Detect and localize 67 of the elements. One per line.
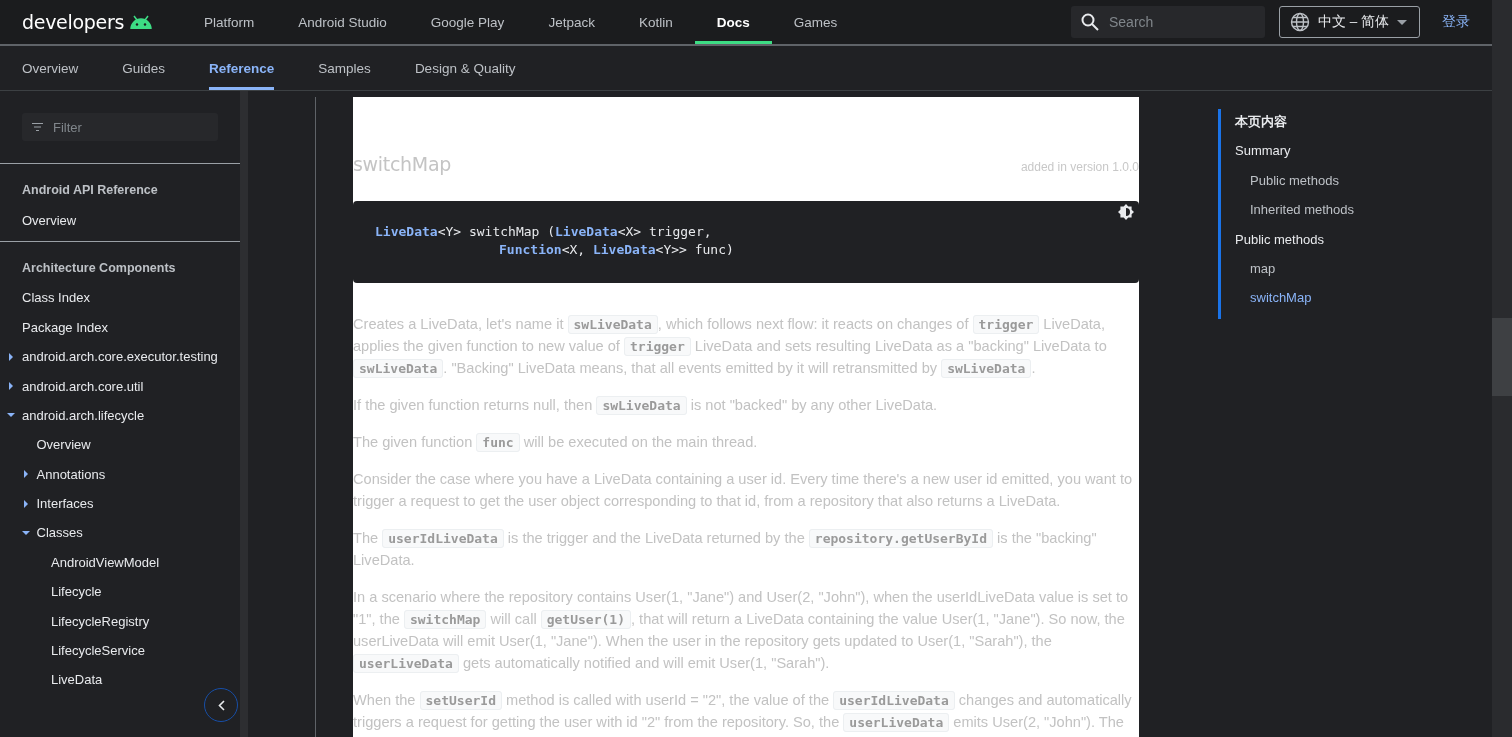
nav-item[interactable]: android.arch.lifecycle bbox=[22, 407, 145, 423]
search-field[interactable]: Search bbox=[1071, 6, 1265, 38]
theme-toggle-icon[interactable] bbox=[1118, 204, 1134, 220]
method-signature: LiveData<Y> switchMap (LiveData<X> trigger, Function<X, LiveData<Y>> func) bbox=[375, 223, 735, 259]
caret-icon[interactable] bbox=[7, 411, 15, 420]
caret-icon[interactable] bbox=[7, 352, 15, 361]
search-icon bbox=[1081, 13, 1099, 31]
language-button[interactable]: 中文 – 简体 bbox=[1279, 6, 1420, 38]
caret-icon[interactable] bbox=[21, 499, 30, 508]
nav-item[interactable]: LifecycleRegistry bbox=[51, 613, 150, 629]
nav-item[interactable]: AndroidViewModel bbox=[51, 554, 160, 570]
android-icon bbox=[129, 15, 154, 29]
section-heading: Android API Reference bbox=[21, 182, 159, 199]
nav-item[interactable]: Lifecycle bbox=[51, 584, 102, 600]
description-paragraph: The userIdLiveData is the trigger and the LiveData returned by the repository.getUserById is the "backing" LiveData. bbox=[353, 528, 1098, 570]
dropdown-caret-icon bbox=[1397, 19, 1407, 25]
nav-tab[interactable]: Google Play bbox=[408, 0, 527, 44]
caret-icon[interactable] bbox=[7, 382, 15, 391]
caret-icon[interactable] bbox=[21, 529, 30, 537]
filter-field[interactable]: Filter bbox=[22, 113, 218, 141]
sign-in-link[interactable]: 登录 bbox=[1442, 13, 1470, 31]
logo-wordmark[interactable]: developers bbox=[22, 11, 125, 33]
nav-item[interactable]: android.arch.core.util bbox=[22, 378, 144, 394]
nav-item[interactable]: Class Index bbox=[22, 290, 90, 306]
description-paragraph: The given function func will be executed on the main thread. bbox=[353, 432, 759, 453]
nav-item[interactable]: Interfaces bbox=[36, 496, 94, 512]
chevron-left-icon bbox=[217, 699, 225, 711]
description-paragraph: When the setUserId method is called with userId = "2", the value of the userIdLiveData changes and automatically triggers a request for getting the user with id "2" from the repository. So, the userLiveData emits User(2, "John"). The bbox=[353, 690, 1133, 733]
section-tab[interactable]: Reference bbox=[209, 46, 275, 90]
section-tab[interactable]: Samples bbox=[318, 46, 371, 90]
nav-tab[interactable]: Android Studio bbox=[276, 0, 409, 44]
method-title: switchMap bbox=[353, 153, 452, 175]
nav-item[interactable]: Annotations bbox=[36, 466, 106, 482]
toc-link[interactable]: Inherited methods bbox=[1235, 199, 1355, 229]
nav-tab[interactable]: Games bbox=[771, 0, 860, 44]
description-paragraph: Consider the case where you have a LiveData containing a user id. Every time there's a new user id emitted, you want to trigger a request to get the user object corresponding to that id, from a repository that also returns a LiveData. bbox=[353, 470, 1134, 511]
nav-tab[interactable]: Jetpack bbox=[526, 0, 617, 44]
section-heading: Architecture Components bbox=[21, 259, 177, 277]
nav-item[interactable]: LiveData bbox=[51, 672, 103, 688]
nav-tab[interactable]: Kotlin bbox=[616, 0, 695, 44]
description-paragraph: Creates a LiveData, let's name it swLiveData , which follows next flow: it reacts on changes of trigger LiveData, applies the given function to new value of trigger LiveData and sets resulting LiveData as a "backing" LiveData to swLiveData . "Backing" LiveData means, that all events emitted by it will retransmitted by swLiveData . bbox=[353, 314, 1108, 379]
nav-item[interactable]: LifecycleService bbox=[51, 643, 145, 659]
toc-link[interactable]: Summary bbox=[1235, 140, 1291, 170]
section-tab[interactable]: Guides bbox=[122, 46, 166, 90]
nav-item[interactable]: Package Index bbox=[22, 319, 108, 335]
filter-input[interactable]: Filter bbox=[51, 118, 205, 136]
nav-item[interactable]: Overview bbox=[22, 212, 77, 228]
filter-icon bbox=[32, 123, 43, 131]
caret-icon[interactable] bbox=[21, 470, 30, 479]
section-tab[interactable]: Overview bbox=[22, 46, 79, 90]
description-paragraph: In a scenario where the repository contains User(1, "Jane") and User(2, "John"), when the userIdLiveData value is set to "1", the switchMap will call getUser(1) , that will return a LiveData containing the value User(1, "Jane"). So now, the userLiveData will emit User(1, "Jane"). When the user in the repository gets updated to User(1, "Sarah"), the userLiveData gets automatically notified and will emit User(1, "Sarah"). bbox=[353, 588, 1130, 674]
nav-tab[interactable]: Docs bbox=[694, 0, 772, 44]
nav-item[interactable]: Overview bbox=[36, 437, 91, 453]
toc-link[interactable]: switchMap bbox=[1235, 287, 1312, 317]
scrollbar[interactable] bbox=[1492, 0, 1512, 737]
collapse-button[interactable] bbox=[204, 688, 238, 722]
toc-link[interactable]: Public methods bbox=[1235, 169, 1339, 200]
nav-item[interactable]: android.arch.core.executor.testing bbox=[22, 349, 218, 365]
toc-link[interactable]: map bbox=[1235, 257, 1276, 288]
nav-item[interactable]: Classes bbox=[36, 525, 83, 541]
nav-tab[interactable]: Platform bbox=[182, 0, 277, 44]
toc-link[interactable]: Public methods bbox=[1235, 228, 1324, 258]
section-tab[interactable]: Design & Quality bbox=[414, 46, 516, 90]
toc-title: 本页内容 bbox=[1235, 113, 1288, 131]
globe-icon bbox=[1290, 12, 1310, 32]
description-paragraph: If the given function returns null, then swLiveData is not "backed" by any other LiveData. bbox=[353, 395, 939, 416]
search-input[interactable]: Search bbox=[1107, 13, 1251, 31]
